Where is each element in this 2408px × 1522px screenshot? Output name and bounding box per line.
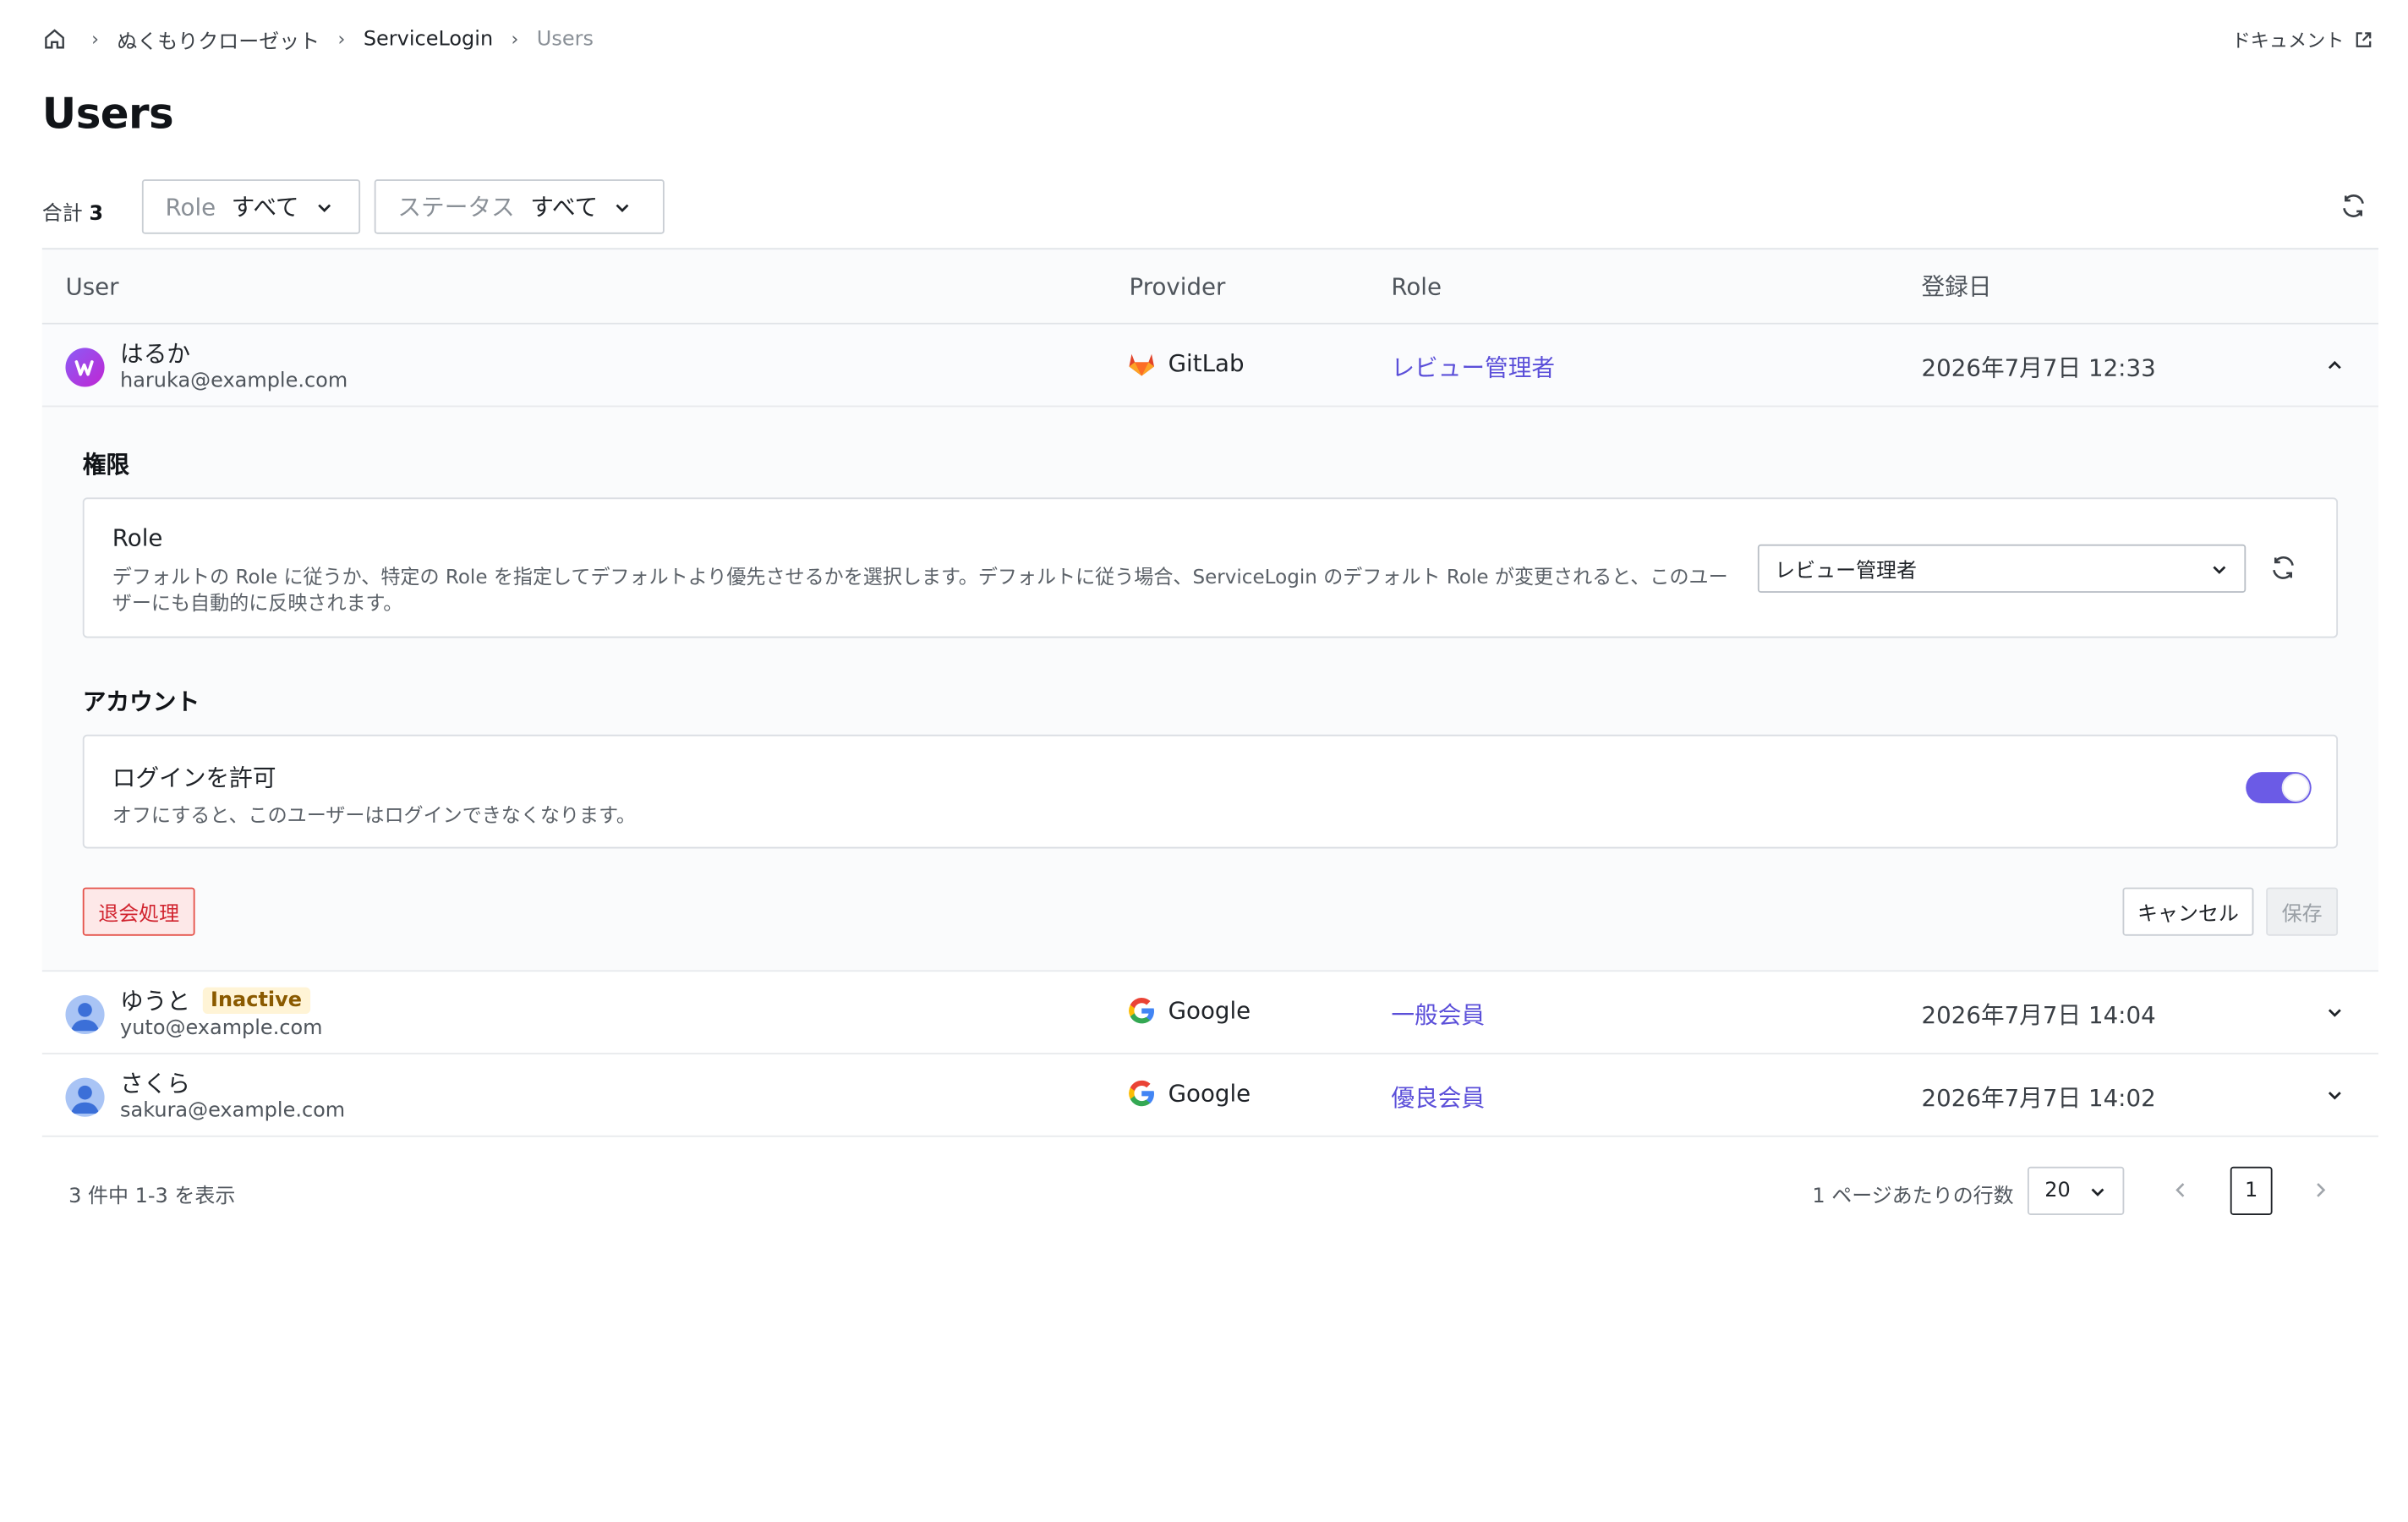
column-header-role: Role bbox=[1391, 271, 1442, 301]
permissions-section-title: 権限 bbox=[82, 451, 130, 479]
role-link[interactable]: 優良会員 bbox=[1391, 1081, 1485, 1114]
status-badge: Inactive bbox=[202, 987, 310, 1014]
role-card-description: デフォルトの Role に従うか、特定の Role を指定してデフォルトより優先… bbox=[112, 564, 1728, 615]
gitlab-icon bbox=[1129, 353, 1155, 376]
provider: Google bbox=[1126, 995, 1251, 1027]
chevron-down-icon bbox=[2091, 1187, 2104, 1196]
w-logo-icon bbox=[74, 359, 93, 375]
column-header-user: User bbox=[65, 271, 119, 301]
pagination-range: 3 件中 1-3 を表示 bbox=[68, 1185, 236, 1209]
person-icon bbox=[70, 1085, 100, 1114]
chevron-up-icon[interactable] bbox=[2325, 356, 2344, 375]
role-select[interactable]: レビュー管理者 bbox=[1757, 544, 2247, 593]
user-name-text: ゆうと bbox=[120, 987, 191, 1016]
role-link[interactable]: レビュー管理者 bbox=[1391, 351, 1555, 384]
users-table: User Provider Role 登録日 はるか haruka@exampl… bbox=[41, 248, 2379, 1137]
chevron-left-icon[interactable] bbox=[2170, 1180, 2192, 1202]
page-number-current[interactable]: 1 bbox=[2230, 1166, 2273, 1215]
chevron-down-icon[interactable] bbox=[2325, 1086, 2344, 1104]
google-icon bbox=[1129, 998, 1155, 1024]
user-name-text: さくら bbox=[120, 1070, 191, 1098]
withdraw-button[interactable]: 退会処理 bbox=[82, 887, 195, 936]
chevron-down-icon bbox=[616, 203, 630, 212]
avatar bbox=[65, 994, 105, 1034]
total-count: 合計 3 bbox=[41, 196, 104, 227]
person-icon bbox=[70, 1003, 100, 1032]
created-date: 2026年7月7日 12:33 bbox=[1921, 353, 2156, 382]
chevron-down-icon[interactable] bbox=[2325, 1003, 2344, 1021]
user-name: ゆうと Inactive bbox=[120, 984, 310, 1017]
provider-name: Google bbox=[1168, 1079, 1251, 1108]
avatar bbox=[65, 1077, 105, 1117]
cancel-button[interactable]: キャンセル bbox=[2122, 887, 2254, 936]
role-card-title: Role bbox=[112, 523, 163, 552]
toggle-knob bbox=[2281, 773, 2310, 802]
chevron-right-icon: › bbox=[91, 28, 99, 51]
total-value: 3 bbox=[89, 202, 104, 227]
table-row[interactable]: さくら sakura@example.com Google 優良会員 2026年… bbox=[41, 1054, 2379, 1137]
column-header-provider: Provider bbox=[1129, 271, 1226, 301]
home-icon[interactable] bbox=[42, 26, 68, 52]
role-filter-label: Role bbox=[165, 192, 216, 222]
table-row[interactable]: ゆうと Inactive yuto@example.com Google 一般会… bbox=[41, 972, 2379, 1054]
rows-per-page-select[interactable]: 20 bbox=[2027, 1166, 2125, 1215]
user-email: yuto@example.com bbox=[120, 1016, 323, 1041]
role-link[interactable]: 一般会員 bbox=[1391, 999, 1485, 1032]
breadcrumb: › ぬくもりクローゼット › ServiceLogin › Users bbox=[42, 22, 594, 57]
created-date: 2026年7月7日 14:04 bbox=[1921, 1001, 2156, 1030]
user-name: はるか bbox=[120, 337, 190, 370]
provider-name: GitLab bbox=[1168, 349, 1245, 378]
table-header: User Provider Role 登録日 bbox=[41, 248, 2379, 325]
rows-per-page-value: 20 bbox=[2044, 1179, 2071, 1203]
login-card: ログインを許可 オフにすると、このユーザーはログインできなくなります。 bbox=[82, 734, 2339, 849]
chevron-down-icon bbox=[2213, 565, 2226, 574]
provider: GitLab bbox=[1126, 348, 1245, 379]
breadcrumb-item-current: Users bbox=[536, 27, 594, 51]
reset-role-icon[interactable] bbox=[2269, 554, 2297, 582]
login-card-description: オフにすると、このユーザーはログインできなくなります。 bbox=[112, 802, 636, 827]
status-filter-label: ステータス bbox=[397, 193, 515, 222]
external-link-icon bbox=[2356, 31, 2372, 47]
login-card-title: ログインを許可 bbox=[112, 764, 276, 793]
role-filter-value: すべて bbox=[231, 193, 299, 222]
chevron-right-icon: › bbox=[511, 28, 519, 51]
provider: Google bbox=[1126, 1078, 1251, 1109]
page-title: Users bbox=[41, 90, 174, 140]
user-name: さくら bbox=[120, 1067, 190, 1100]
breadcrumb-item-project[interactable]: ぬくもりクローゼット bbox=[117, 25, 320, 54]
status-filter[interactable]: ステータス すべて bbox=[374, 179, 665, 234]
user-email: sakura@example.com bbox=[120, 1099, 346, 1124]
chevron-right-icon[interactable] bbox=[2310, 1180, 2332, 1202]
total-label: 合計 bbox=[41, 202, 83, 227]
rows-per-page-label: 1 ページあたりの行数 bbox=[1812, 1185, 2014, 1209]
created-date: 2026年7月7日 14:02 bbox=[1921, 1083, 2156, 1113]
role-filter[interactable]: Role すべて bbox=[141, 179, 361, 234]
google-icon bbox=[1129, 1080, 1155, 1107]
user-detail-panel: 権限 Role デフォルトの Role に従うか、特定の Role を指定してデ… bbox=[41, 407, 2379, 972]
chevron-down-icon bbox=[317, 203, 331, 212]
column-header-created: 登録日 bbox=[1921, 272, 1992, 302]
refresh-icon[interactable] bbox=[2340, 192, 2367, 220]
status-filter-value: すべて bbox=[530, 193, 599, 222]
avatar bbox=[65, 348, 105, 387]
table-row[interactable]: はるか haruka@example.com GitLab レビュー管理者 20… bbox=[41, 324, 2379, 408]
breadcrumb-item-service[interactable]: ServiceLogin bbox=[364, 27, 493, 51]
save-button[interactable]: 保存 bbox=[2266, 887, 2339, 936]
provider-name: Google bbox=[1168, 996, 1251, 1025]
user-email: haruka@example.com bbox=[120, 370, 348, 393]
account-section-title: アカウント bbox=[82, 687, 200, 716]
allow-login-toggle[interactable] bbox=[2246, 772, 2312, 803]
documentation-link-label: ドキュメント bbox=[2231, 29, 2345, 51]
chevron-right-icon: › bbox=[337, 28, 346, 51]
user-name-text: はるか bbox=[120, 340, 191, 369]
role-card: Role デフォルトの Role に従うか、特定の Role を指定してデフォル… bbox=[82, 497, 2339, 638]
role-select-value: レビュー管理者 bbox=[1775, 560, 1918, 583]
documentation-link[interactable]: ドキュメント bbox=[2232, 22, 2374, 57]
pagination: 3 件中 1-3 を表示 1 ページあたりの行数 20 1 bbox=[42, 1139, 2378, 1248]
